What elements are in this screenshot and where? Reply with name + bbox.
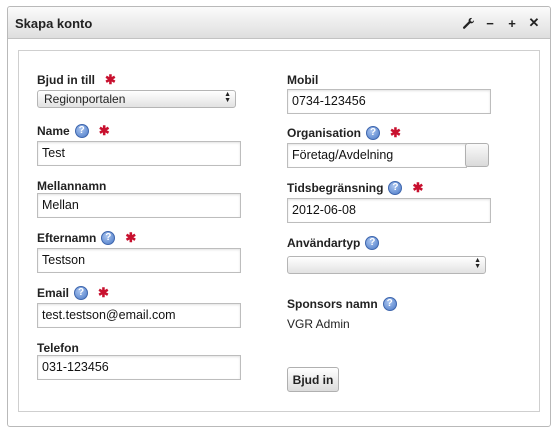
portlet-titlebar: Skapa konto − + ✕ — [8, 7, 550, 39]
organisation-label: Organisation? ✱ — [287, 125, 401, 140]
organisation-input[interactable]: Företag/Avdelning — [287, 143, 467, 168]
efternamn-label: Efternamn? ✱ — [37, 230, 137, 245]
maximize-icon[interactable]: + — [504, 15, 520, 31]
required-asterisk: ✱ — [98, 123, 110, 138]
help-icon[interactable]: ? — [74, 286, 89, 300]
mobil-input[interactable]: 0734-123456 — [287, 89, 491, 114]
mobil-label: Mobil — [287, 73, 319, 87]
required-asterisk: ✱ — [98, 285, 109, 300]
help-icon[interactable]: ? — [101, 231, 116, 245]
create-account-portlet: Skapa konto − + ✕ Bjud in till ✱ Regionpo… — [7, 6, 551, 427]
bjud-in-button[interactable]: Bjud in — [287, 367, 339, 392]
select-arrows-icon: ▲ ▼ — [474, 257, 481, 270]
organisation-picker-button[interactable] — [465, 143, 489, 167]
email-input[interactable]: test.testson@email.com — [37, 303, 241, 328]
portlet-title: Skapa konto — [15, 16, 93, 31]
mellannamn-input[interactable]: Mellan — [37, 193, 241, 218]
close-icon[interactable]: ✕ — [526, 15, 542, 31]
bjud-in-till-select[interactable]: Regionportalen ▲ ▼ — [37, 90, 236, 108]
name-label: Name? ✱ — [37, 123, 110, 138]
required-asterisk: ✱ — [412, 180, 424, 195]
required-asterisk: ✱ — [390, 125, 401, 140]
tidsbegransning-input[interactable]: 2012-06-08 — [287, 198, 491, 223]
email-label: Email? ✱ — [37, 285, 109, 300]
tidsbegransning-label: Tidsbegränsning? ✱ — [287, 180, 424, 195]
portlet-tools: − + ✕ — [460, 13, 542, 33]
help-icon[interactable]: ? — [366, 126, 381, 140]
anvandartyp-label: Användartyp? — [287, 236, 380, 250]
select-arrows-icon: ▲ ▼ — [224, 91, 231, 104]
sponsors-namn-value: VGR Admin — [287, 317, 350, 331]
sponsors-namn-label: Sponsors namn? — [287, 297, 397, 311]
help-icon[interactable]: ? — [388, 181, 403, 195]
telefon-input[interactable]: 031-123456 — [37, 355, 241, 380]
efternamn-input[interactable]: Testson — [37, 248, 241, 273]
bjud-in-till-label: Bjud in till ✱ — [37, 72, 116, 87]
telefon-label: Telefon — [37, 341, 79, 355]
mellannamn-label: Mellannamn — [37, 179, 107, 193]
required-asterisk: ✱ — [105, 72, 116, 87]
anvandartyp-select[interactable]: ▲ ▼ — [287, 256, 486, 274]
name-input[interactable]: Test — [37, 141, 241, 166]
help-icon[interactable]: ? — [365, 236, 380, 250]
wrench-icon[interactable] — [460, 15, 476, 31]
form-panel: Bjud in till ✱ Regionportalen ▲ ▼ Name? ✱ T… — [18, 50, 540, 412]
required-asterisk: ✱ — [125, 230, 137, 245]
help-icon[interactable]: ? — [74, 124, 89, 138]
help-icon[interactable]: ? — [382, 297, 397, 311]
minimize-icon[interactable]: − — [482, 15, 498, 31]
